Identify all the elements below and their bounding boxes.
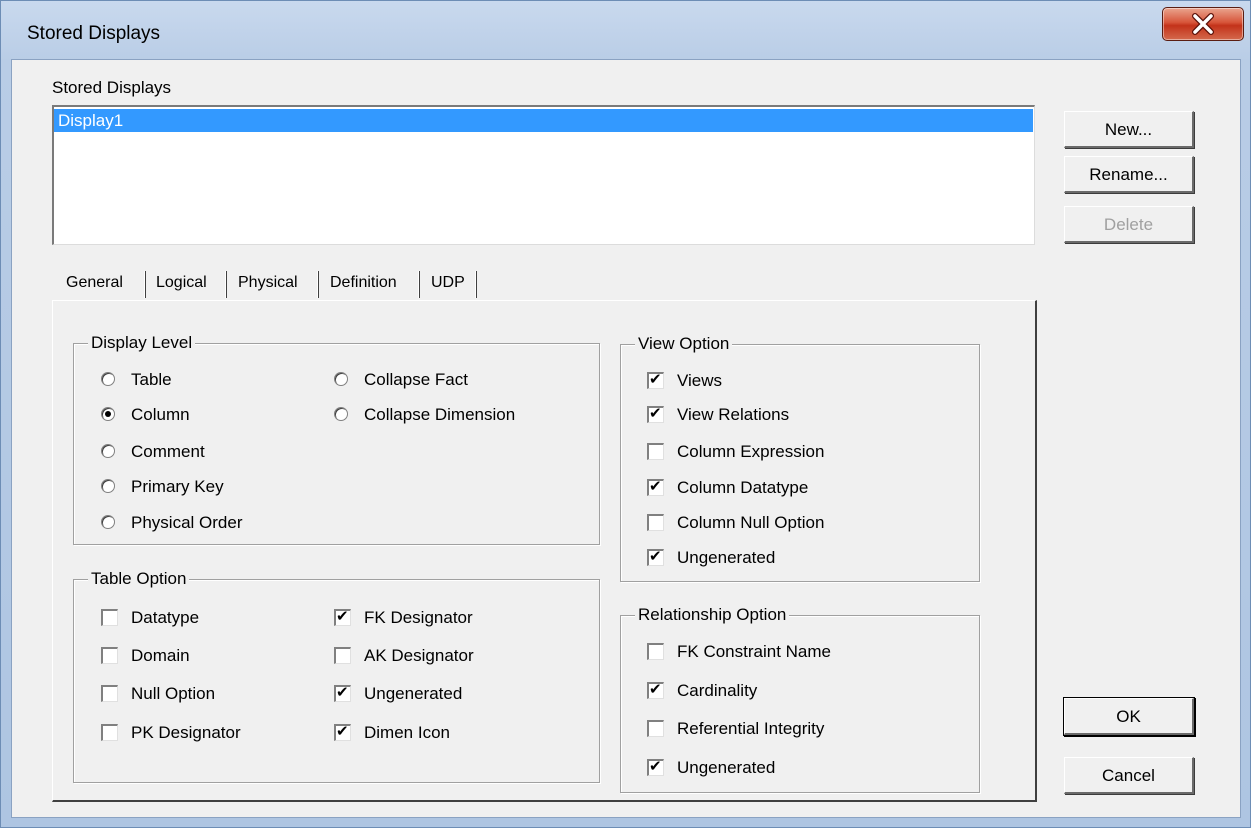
checkbox[interactable]: [647, 443, 664, 460]
check-icon: ✔: [336, 608, 349, 625]
option-label: FK Constraint Name: [677, 642, 831, 661]
option-label: Ungenerated: [677, 758, 776, 777]
list-item[interactable]: Display1: [54, 109, 1033, 132]
check-icon: ✔: [649, 548, 662, 565]
tab-definition[interactable]: Definition: [320, 268, 407, 298]
stored-displays-list[interactable]: Display1: [52, 105, 1035, 245]
option-label: Ungenerated: [677, 548, 776, 567]
option-label: Collapse Dimension: [364, 405, 516, 424]
view-option-title: View Option: [635, 333, 733, 355]
view-option-group: View Option ✔ Views ✔ View Relations Col…: [620, 333, 980, 582]
checkbox[interactable]: ✔: [647, 371, 664, 389]
option-label: Cardinality: [677, 681, 758, 700]
radio-button[interactable]: [101, 407, 115, 421]
tab-divider: [225, 271, 227, 298]
radio-button[interactable]: [334, 372, 348, 386]
checkbox[interactable]: [101, 647, 118, 664]
option-label: Column Expression: [677, 442, 825, 461]
display-level-title: Display Level: [88, 332, 196, 354]
display-level-group: Display Level Table Column Comment Prima…: [73, 332, 600, 545]
option-label: Primary Key: [131, 477, 224, 496]
option-label: Column Null Option: [677, 513, 825, 532]
close-icon: [1192, 13, 1214, 35]
tab-divider: [418, 271, 420, 298]
relationship-option-title: Relationship Option: [635, 604, 790, 626]
option-label: Views: [677, 371, 723, 390]
physical-tab-panel: Display Level Table Column Comment Prima…: [52, 300, 1037, 802]
radio-button[interactable]: [101, 515, 115, 529]
stored-displays-dialog: Stored Displays Stored Displays Display1…: [0, 0, 1251, 828]
checkbox[interactable]: [647, 643, 664, 660]
checkbox[interactable]: ✔: [334, 723, 351, 741]
checkbox[interactable]: ✔: [334, 684, 351, 702]
option-label: Null Option: [131, 684, 216, 703]
title-bar[interactable]: Stored Displays: [1, 1, 1250, 59]
check-icon: ✔: [649, 371, 662, 388]
option-label: Table: [131, 370, 172, 389]
radio-button[interactable]: [101, 444, 115, 458]
tab-physical[interactable]: Physical: [228, 268, 308, 298]
option-label: Column: [131, 405, 190, 424]
stored-displays-label: Stored Displays: [52, 78, 172, 97]
check-icon: ✔: [649, 681, 662, 698]
radio-button[interactable]: [101, 372, 115, 386]
checkbox[interactable]: [647, 514, 664, 531]
option-label: FK Designator: [364, 608, 473, 627]
option-label: Domain: [131, 646, 190, 665]
option-label: Ungenerated: [364, 684, 463, 703]
option-label: View Relations: [677, 405, 790, 424]
checkbox[interactable]: ✔: [647, 681, 664, 699]
checkbox[interactable]: [647, 720, 664, 737]
table-option-title: Table Option: [88, 568, 190, 590]
checkbox[interactable]: [101, 685, 118, 702]
check-icon: ✔: [336, 723, 349, 740]
tab-general[interactable]: General: [56, 268, 133, 298]
tab-divider: [475, 271, 477, 298]
check-icon: ✔: [649, 758, 662, 775]
radio-button[interactable]: [334, 407, 348, 421]
delete-button[interactable]: Delete: [1064, 206, 1194, 243]
radio-button[interactable]: [101, 479, 115, 493]
table-option-group: Table Option Datatype Domain Null Option…: [73, 568, 600, 783]
check-icon: ✔: [649, 405, 662, 422]
tab-udp[interactable]: UDP: [421, 268, 475, 298]
option-label: Referential Integrity: [677, 719, 825, 738]
option-label: Physical Order: [131, 513, 243, 532]
tab-divider: [317, 271, 319, 298]
option-label: Column Datatype: [677, 478, 809, 497]
dialog-client-area: Stored Displays Display1 New... Rename..…: [11, 59, 1241, 818]
window-title: Stored Displays: [27, 23, 161, 44]
new-button[interactable]: New...: [1064, 111, 1194, 148]
checkbox[interactable]: [101, 609, 118, 626]
option-label: Collapse Fact: [364, 370, 468, 389]
checkbox[interactable]: ✔: [647, 548, 664, 566]
check-icon: ✔: [336, 684, 349, 701]
checkbox[interactable]: ✔: [647, 478, 664, 496]
cancel-button[interactable]: Cancel: [1064, 757, 1194, 794]
checkbox[interactable]: ✔: [334, 608, 351, 626]
checkbox[interactable]: [334, 647, 351, 664]
relationship-option-group: Relationship Option FK Constraint Name ✔…: [620, 604, 980, 793]
rename-button[interactable]: Rename...: [1064, 156, 1194, 193]
checkbox[interactable]: ✔: [647, 758, 664, 776]
tab-logical[interactable]: Logical: [146, 268, 217, 298]
option-label: Datatype: [131, 608, 200, 627]
option-label: Comment: [131, 442, 205, 461]
close-button[interactable]: [1162, 7, 1244, 41]
option-label: Dimen Icon: [364, 723, 450, 742]
ok-button[interactable]: OK: [1064, 698, 1194, 735]
option-label: AK Designator: [364, 646, 474, 665]
checkbox[interactable]: ✔: [647, 405, 664, 423]
check-icon: ✔: [649, 478, 662, 495]
checkbox[interactable]: [101, 724, 118, 741]
option-label: PK Designator: [131, 723, 241, 742]
